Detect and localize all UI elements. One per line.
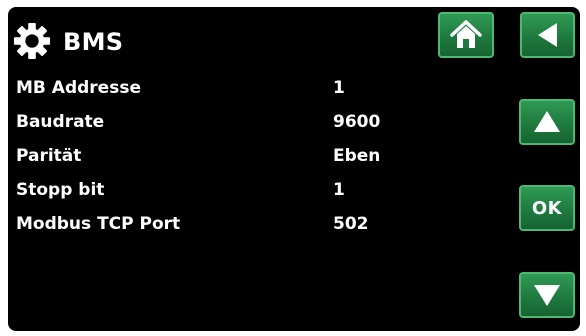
setting-value: 1	[333, 180, 345, 200]
scroll-down-button[interactable]	[519, 272, 575, 318]
ok-button-label: OK	[531, 197, 563, 219]
display-screen: BMS MB Addresse 1 Baudrate 9600 Parität …	[8, 7, 580, 331]
back-arrow-icon	[537, 23, 557, 47]
up-arrow-icon	[534, 111, 560, 132]
page-title: BMS	[63, 28, 124, 56]
scroll-up-button[interactable]	[519, 99, 575, 145]
home-button[interactable]	[438, 12, 494, 58]
setting-row-stop-bit[interactable]: Stopp bit 1	[16, 179, 436, 213]
setting-value: 1	[333, 78, 345, 98]
setting-label: Stopp bit	[16, 180, 105, 200]
setting-row-modbus-tcp-port[interactable]: Modbus TCP Port 502	[16, 213, 436, 247]
setting-row-parity[interactable]: Parität Eben	[16, 145, 436, 179]
home-icon	[450, 20, 482, 48]
down-arrow-icon	[534, 285, 560, 306]
setting-label: Baudrate	[16, 112, 105, 132]
gear-icon	[13, 22, 51, 60]
frame: BMS MB Addresse 1 Baudrate 9600 Parität …	[0, 0, 586, 336]
setting-value: 9600	[333, 112, 381, 132]
setting-label: MB Addresse	[16, 78, 141, 98]
setting-value: Eben	[333, 146, 381, 166]
settings-list: MB Addresse 1 Baudrate 9600 Parität Eben…	[16, 77, 436, 247]
setting-value: 502	[333, 214, 369, 234]
setting-row-baudrate[interactable]: Baudrate 9600	[16, 111, 436, 145]
back-button[interactable]	[520, 12, 575, 58]
setting-row-mb-address[interactable]: MB Addresse 1	[16, 77, 436, 111]
setting-label: Modbus TCP Port	[16, 214, 181, 234]
setting-label: Parität	[16, 146, 82, 166]
ok-button[interactable]: OK	[519, 185, 575, 231]
